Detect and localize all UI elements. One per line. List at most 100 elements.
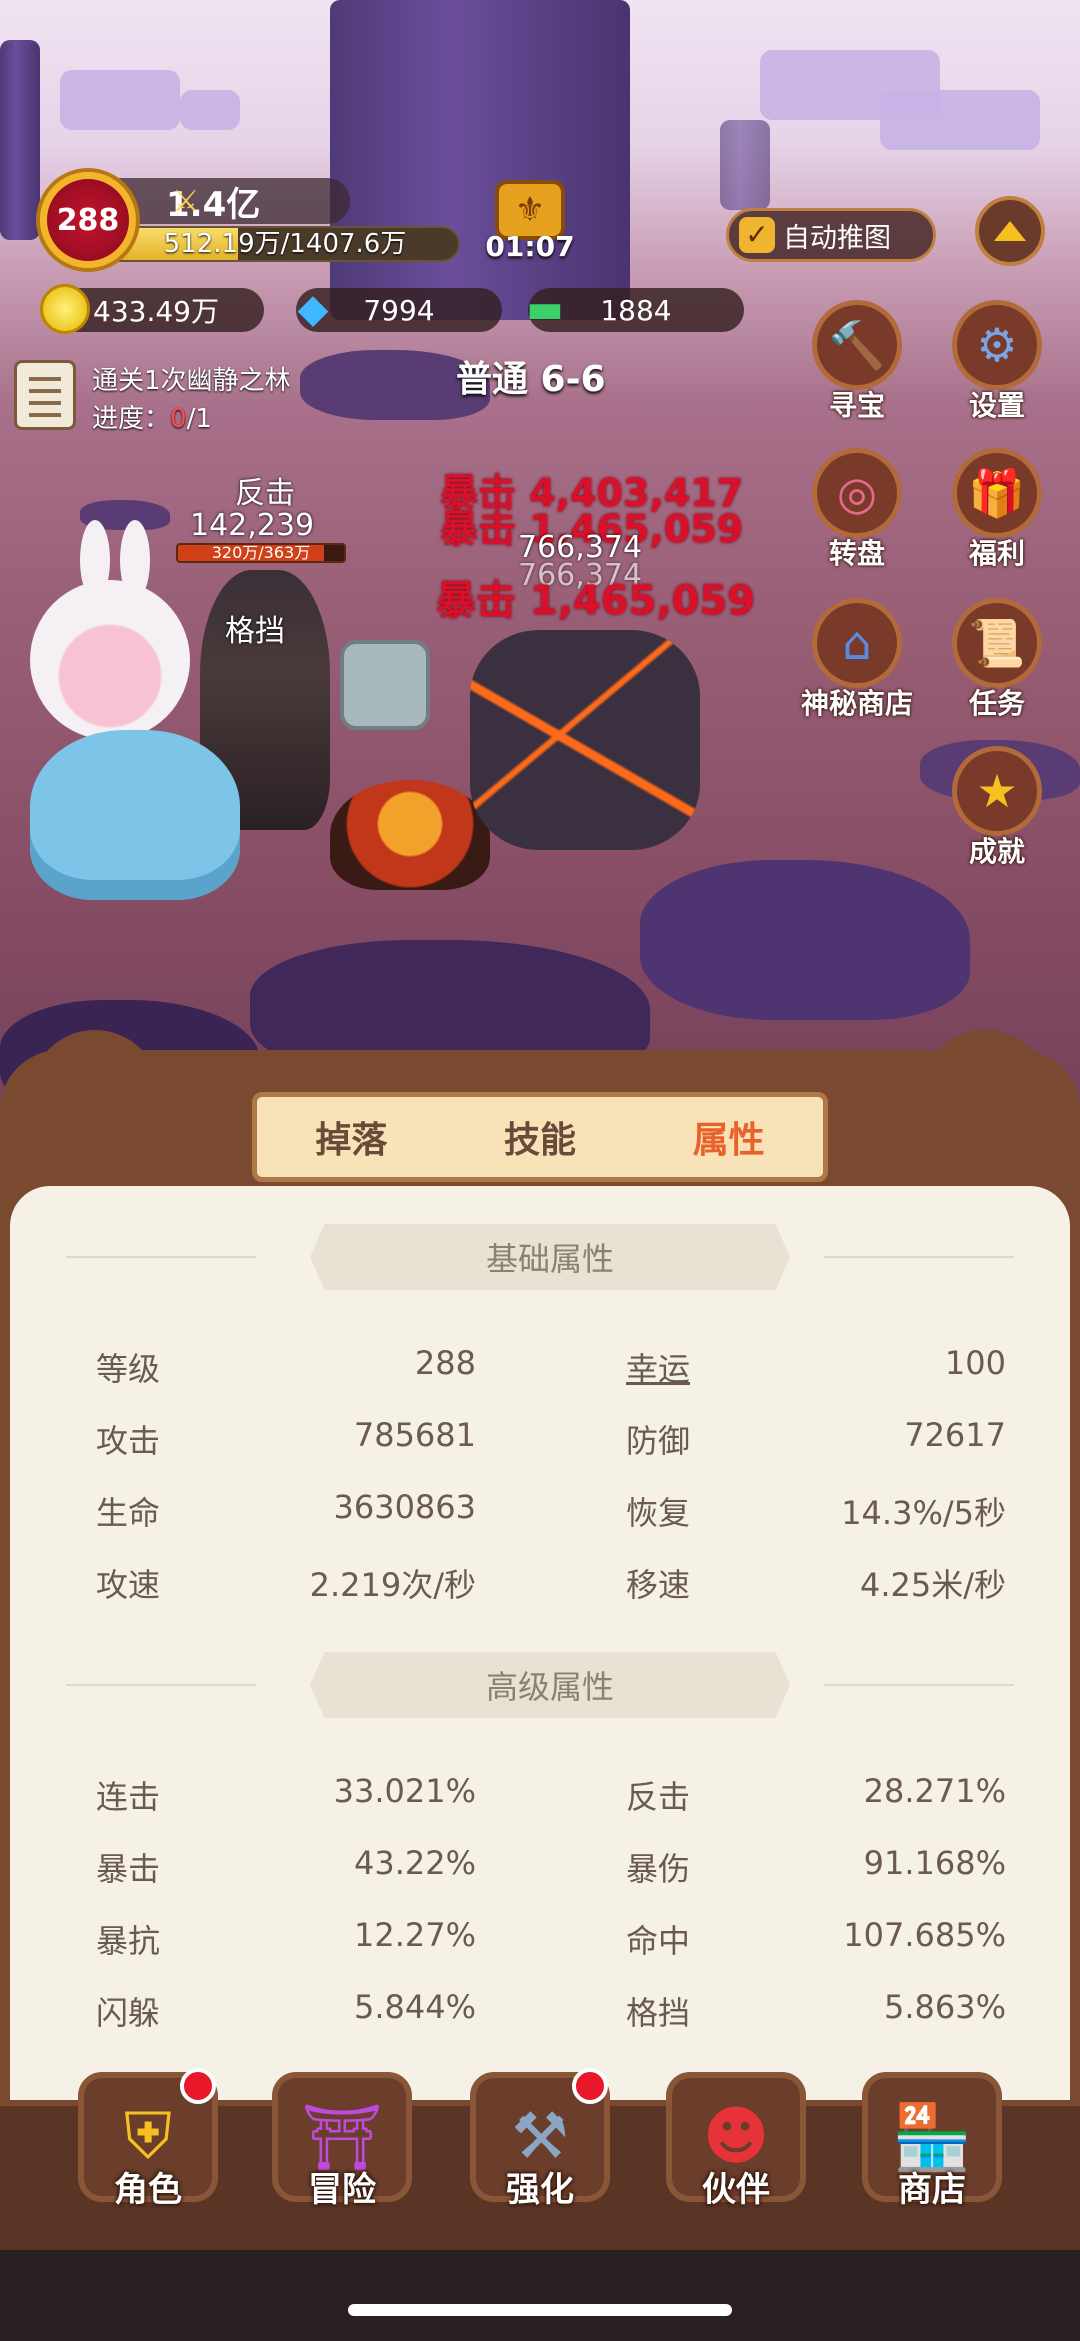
notification-dot <box>572 2068 608 2104</box>
combat-power-bar: ⚔ 1.4亿 <box>110 178 350 225</box>
attribute-value: 5.863% <box>883 1988 1006 2026</box>
attribute-name: 命中 <box>626 1922 691 1960</box>
crossed-swords-icon: ⚔ <box>172 184 200 219</box>
stone-cube-creature <box>340 640 430 730</box>
tab-drop[interactable]: 掉落 <box>315 1111 387 1163</box>
attribute-name: 移速 <box>626 1566 691 1604</box>
attribute-row: 格挡 5.863% <box>626 1988 1006 2038</box>
quest-title: 通关1次幽静之林 <box>92 366 291 396</box>
tasks-button[interactable]: 📜 任务 <box>942 598 1052 728</box>
attribute-row: 暴击 43.22% <box>96 1844 476 1894</box>
attribute-row: 幸运 100 <box>626 1344 1006 1394</box>
shop-stall-icon: ⌂ <box>812 598 902 688</box>
home-indicator[interactable] <box>348 2304 732 2316</box>
health-bar-text: 320万/363万 <box>211 543 311 562</box>
scroll-list-icon <box>14 360 76 430</box>
stage-title: 普通 6-6 <box>456 359 606 400</box>
star-icon: ★ <box>952 746 1042 836</box>
nav-adventure[interactable]: ⛩ 冒险 <box>252 2072 432 2242</box>
gold-currency[interactable]: 433.49万 <box>40 284 264 334</box>
countdown-timer: 01:07 <box>485 230 575 263</box>
attribute-row: 生命 3630863 <box>96 1488 476 1538</box>
auto-push-label: 自动推图 <box>783 222 891 254</box>
welfare-button[interactable]: 🎁 福利 <box>942 448 1052 578</box>
lava-golem-enemy <box>470 630 700 850</box>
achievements-label: 成就 <box>968 835 1025 868</box>
nav-partner[interactable]: ☻ 伙伴 <box>646 2072 826 2242</box>
gift-box-icon: 🎁 <box>952 448 1042 538</box>
quest-progress: 进度：0/1 <box>92 398 212 435</box>
attribute-name: 生命 <box>96 1494 161 1532</box>
tasks-label: 任务 <box>968 687 1025 720</box>
achievements-button[interactable]: ★ 成就 <box>942 746 1052 876</box>
stone-pillar <box>0 40 40 240</box>
wheel-button[interactable]: ◎ 转盘 <box>802 448 912 578</box>
treasure-label: 寻宝 <box>828 389 885 422</box>
nav-role-label: 角色 <box>114 2170 182 2210</box>
attribute-row: 移速 4.25米/秒 <box>626 1560 1006 1610</box>
block-label: 格挡 <box>225 614 285 649</box>
panel-tabs: 掉落 技能 属性 <box>252 1092 828 1182</box>
prize-wheel-icon: ◎ <box>812 448 902 538</box>
background-rock <box>880 90 1040 150</box>
attribute-value: 107.685% <box>843 1916 1006 1954</box>
auto-push-toggle[interactable]: ✓ 自动推图 <box>726 208 936 262</box>
attribute-row: 连击 33.021% <box>96 1772 476 1822</box>
scroll-icon: 📜 <box>952 598 1042 688</box>
quest-progress-label: 进度： <box>92 404 171 434</box>
treasure-button[interactable]: 🔨 寻宝 <box>802 300 912 430</box>
attribute-value: 5.844% <box>353 1988 476 2026</box>
diamond-currency[interactable]: ◆ 7994 <box>296 286 502 332</box>
nav-enhance[interactable]: ⚒ 强化 <box>450 2068 630 2242</box>
yeti-creature <box>30 730 240 900</box>
quest-progress-total: /1 <box>186 404 212 434</box>
attribute-row: 反击 28.271% <box>626 1772 1006 1822</box>
tab-attributes[interactable]: 属性 <box>693 1111 765 1163</box>
quest-progress-current: 0 <box>170 404 187 434</box>
cash-icon: ▬ <box>526 286 564 332</box>
divider <box>824 1684 1014 1686</box>
settings-button[interactable]: ⚙ 设置 <box>942 300 1052 430</box>
player-level-badge[interactable]: 288 <box>40 172 136 268</box>
basic-attributes-title: 基础属性 <box>310 1224 790 1290</box>
gear-icon: ⚙ <box>952 300 1042 390</box>
divider <box>66 1256 256 1258</box>
attribute-value: 2.219次/秒 <box>309 1566 476 1604</box>
cash-currency[interactable]: ▬ 1884 <box>526 286 744 332</box>
attribute-row: 恢复 14.3%/5秒 <box>626 1488 1006 1538</box>
attribute-name: 防御 <box>626 1422 691 1460</box>
diamond-amount: 7994 <box>363 293 435 327</box>
checkmark-icon: ✓ <box>739 217 775 253</box>
attribute-row: 闪躲 5.844% <box>96 1988 476 2038</box>
gold-amount: 433.49万 <box>93 295 219 328</box>
attribute-name: 恢复 <box>626 1494 691 1532</box>
attribute-value: 91.168% <box>863 1844 1006 1882</box>
attribute-value: 14.3%/5秒 <box>841 1494 1006 1532</box>
attribute-value: 33.021% <box>333 1772 476 1810</box>
attribute-row: 命中 107.685% <box>626 1916 1006 1966</box>
attribute-row: 暴伤 91.168% <box>626 1844 1006 1894</box>
attribute-name: 等级 <box>96 1350 161 1388</box>
nav-adventure-label: 冒险 <box>308 2170 376 2210</box>
attribute-name: 暴抗 <box>96 1922 161 1960</box>
attribute-value: 100 <box>944 1344 1006 1382</box>
ground-rock <box>640 860 970 1020</box>
experience-text: 512.19万/1407.6万 <box>163 229 407 259</box>
attribute-name: 闪躲 <box>96 1994 161 2032</box>
collapse-menu-button[interactable] <box>975 196 1045 266</box>
attribute-value: 28.271% <box>863 1772 1006 1810</box>
quest-tracker[interactable]: 通关1次幽静之林 进度：0/1 <box>14 356 364 436</box>
diamond-icon: ◆ <box>297 286 329 332</box>
stone-pillar <box>720 120 770 210</box>
nav-shop-label: 商店 <box>898 2170 966 2210</box>
settings-label: 设置 <box>968 389 1025 422</box>
tab-skill[interactable]: 技能 <box>504 1111 576 1163</box>
attribute-value: 12.27% <box>353 1916 476 1954</box>
gold-coin-icon <box>40 284 90 334</box>
crit-damage-text: 暴击 1,465,059 <box>436 578 756 624</box>
mystery-shop-button[interactable]: ⌂ 神秘商店 <box>801 598 913 728</box>
nav-role[interactable]: ⛨ 角色 <box>58 2068 238 2242</box>
stone-pillar <box>330 0 630 320</box>
nav-shop[interactable]: 🏪 商店 <box>842 2072 1022 2242</box>
attribute-name: 暴击 <box>96 1850 161 1888</box>
